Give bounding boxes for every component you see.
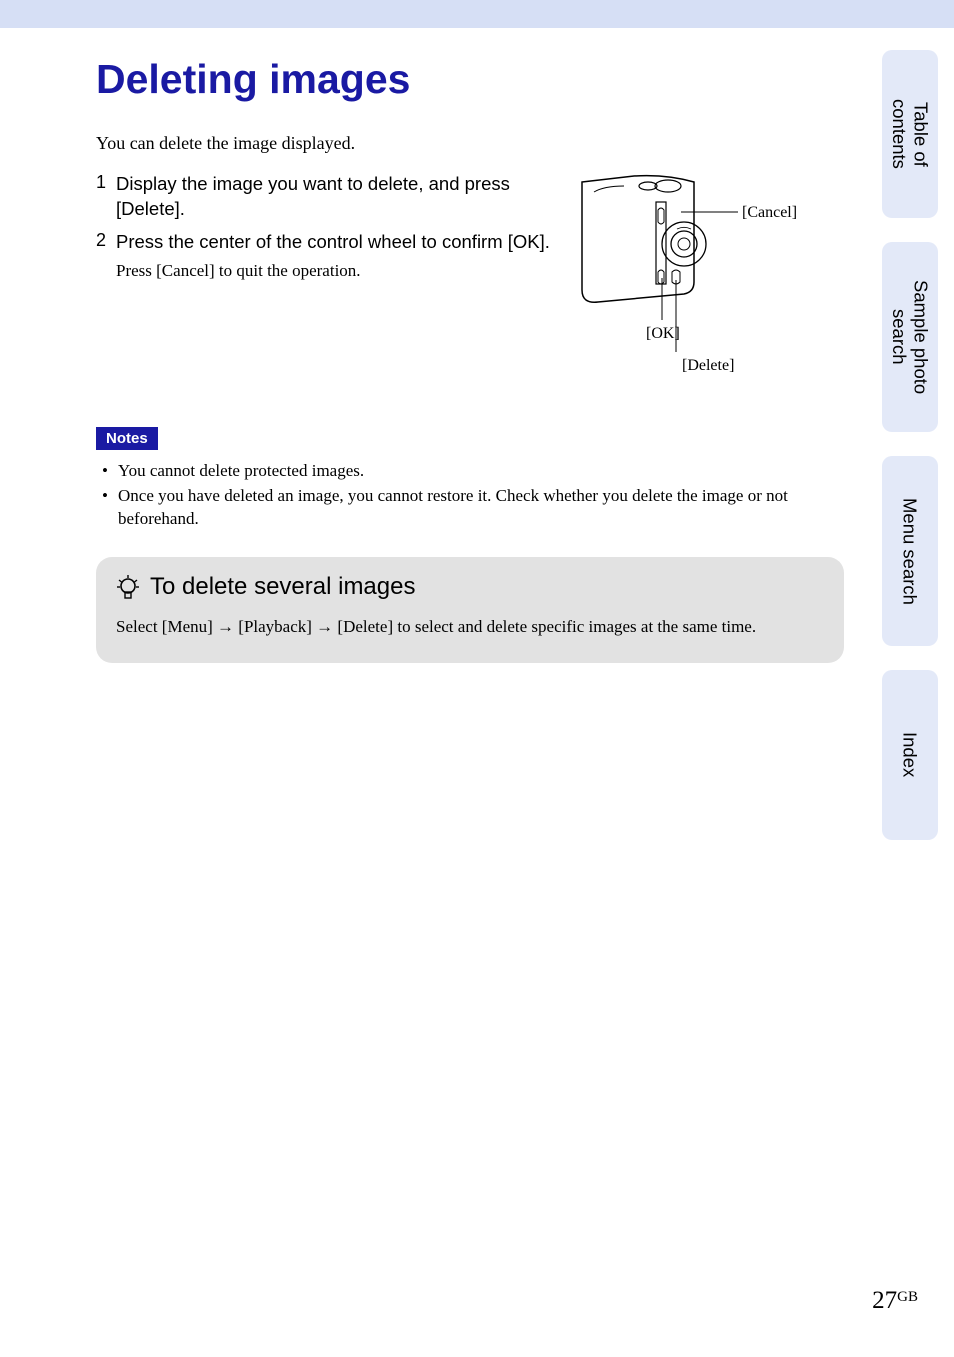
camera-diagram: [Cancel] [OK] [Delete] [574, 172, 844, 387]
tip-icon [116, 574, 140, 600]
camera-illustration: [Cancel] [OK] [Delete] [574, 172, 844, 387]
tab-menu-search[interactable]: Menu search [882, 456, 938, 646]
header-band [0, 0, 954, 28]
diagram-label-ok: [OK] [646, 325, 680, 342]
tab-index[interactable]: Index [882, 670, 938, 840]
notes-badge: Notes [96, 427, 158, 450]
diagram-label-cancel: [Cancel] [742, 204, 797, 221]
step-title: Press the center of the control wheel to… [116, 230, 550, 255]
step-number: 1 [96, 172, 116, 222]
diagram-label-delete: [Delete] [682, 357, 734, 374]
tip-box: To delete several images Select [Menu] →… [96, 557, 844, 663]
step-1: 1 Display the image you want to delete, … [96, 172, 550, 222]
steps-column: 1 Display the image you want to delete, … [96, 172, 550, 387]
tip-title: To delete several images [150, 573, 415, 601]
step-subtext: Press [Cancel] to quit the operation. [116, 261, 550, 281]
note-item: Once you have deleted an image, you cann… [102, 485, 844, 531]
notes-list: You cannot delete protected images. Once… [96, 460, 844, 531]
arrow-icon: → [217, 617, 234, 636]
tip-body: Select [Menu] → [Playback] → [Delete] to… [116, 615, 824, 639]
note-item: You cannot delete protected images. [102, 460, 844, 483]
page-content: Deleting images You can delete the image… [0, 28, 954, 663]
page-title: Deleting images [96, 56, 844, 103]
step-number: 2 [96, 230, 116, 281]
tab-sample-photo-search[interactable]: Sample photo search [882, 242, 938, 432]
page-number: 27GB [872, 1287, 918, 1315]
arrow-icon: → [316, 617, 333, 636]
step-title: Display the image you want to delete, an… [116, 172, 550, 222]
tip-heading: To delete several images [116, 573, 824, 601]
steps-and-diagram: 1 Display the image you want to delete, … [96, 172, 844, 387]
side-navigation: Table of contents Sample photo search Me… [882, 50, 938, 840]
intro-text: You can delete the image displayed. [96, 133, 844, 154]
step-2: 2 Press the center of the control wheel … [96, 230, 550, 281]
tab-table-of-contents[interactable]: Table of contents [882, 50, 938, 218]
